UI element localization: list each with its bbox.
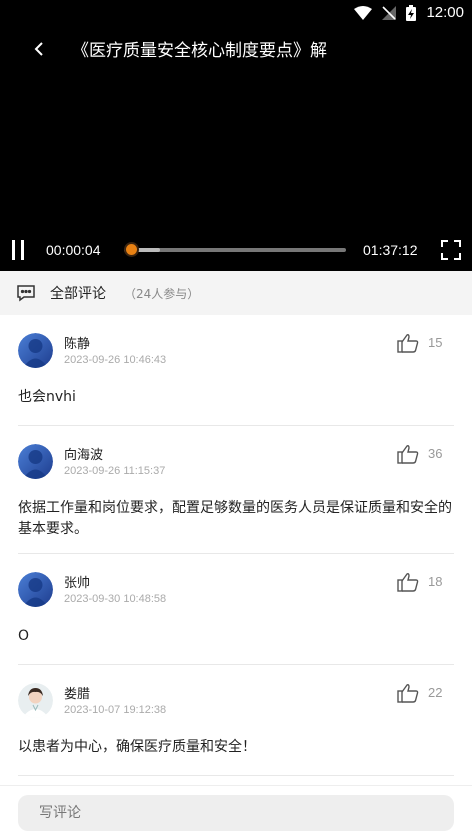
comment-input-bar xyxy=(0,785,472,839)
comment-item: 张帅 2023-09-30 10:48:58 18 O xyxy=(18,554,454,665)
avatar[interactable] xyxy=(18,444,53,479)
commenter-name: 张帅 xyxy=(64,576,91,591)
commenter-name: 向海波 xyxy=(64,448,104,463)
avatar[interactable] xyxy=(18,333,53,368)
comments-header: 全部评论 （24人参与） xyxy=(0,271,472,315)
total-time: 01:37:12 xyxy=(363,242,418,258)
chevron-left-icon xyxy=(34,42,43,56)
pause-icon xyxy=(12,240,15,260)
avatar[interactable] xyxy=(18,572,53,607)
wifi-icon xyxy=(354,5,373,20)
comment-item: 陈静 2023-09-26 10:46:43 15 也会nvhi xyxy=(18,315,454,426)
status-bar: 12:00 xyxy=(0,0,472,26)
video-title: 《医疗质量安全核心制度要点》解 xyxy=(72,41,327,61)
like-count: 36 xyxy=(428,446,443,461)
comment-input[interactable] xyxy=(18,795,454,831)
battery-charging-icon xyxy=(406,4,417,21)
comment-text: 以患者为中心，确保医疗质量和安全！ xyxy=(18,739,256,755)
progress-track[interactable] xyxy=(124,248,346,252)
thumbs-up-icon[interactable] xyxy=(397,444,419,464)
comment-text: O xyxy=(18,628,30,644)
comment-item: 娄腊 2023-10-07 19:12:38 22 以患者为中心，确保医疗质量和… xyxy=(18,665,454,776)
status-time: 12:00 xyxy=(426,4,464,21)
participants-count: （24人参与） xyxy=(124,286,200,301)
pause-icon-bar xyxy=(21,240,24,260)
avatar[interactable] xyxy=(18,683,53,718)
thumbs-up-icon[interactable] xyxy=(397,333,419,353)
comment-time: 2023-09-30 10:48:58 xyxy=(64,593,167,605)
like-count: 18 xyxy=(428,574,443,589)
like-count: 15 xyxy=(428,335,443,350)
pause-button[interactable] xyxy=(12,240,30,260)
comment-text: 也会nvhi xyxy=(18,389,76,405)
fullscreen-icon xyxy=(441,240,461,260)
commenter-name: 娄腊 xyxy=(64,687,91,702)
comment-list[interactable]: 陈静 2023-09-26 10:46:43 15 也会nvhi 向海波 202… xyxy=(0,315,472,785)
player-controls: 00:00:04 01:37:12 xyxy=(0,234,472,268)
like-count: 22 xyxy=(428,685,443,700)
thumbs-up-icon[interactable] xyxy=(397,683,419,703)
progress-slider-handle[interactable] xyxy=(124,242,140,257)
video-player[interactable]: 12:00 《医疗质量安全核心制度要点》解 00:00:04 01:37:12 xyxy=(0,0,472,271)
back-button[interactable] xyxy=(26,36,52,62)
thumbs-up-icon[interactable] xyxy=(397,572,419,592)
comment-icon xyxy=(17,285,35,302)
comment-item: 向海波 2023-09-26 11:15:37 36 依据工作量和岗位要求，配置… xyxy=(18,426,454,554)
no-signal-icon xyxy=(382,5,397,20)
comments-title: 全部评论 xyxy=(50,286,106,302)
commenter-name: 陈静 xyxy=(64,337,91,352)
current-time: 00:00:04 xyxy=(46,242,101,258)
comment-time: 2023-09-26 10:46:43 xyxy=(64,354,167,366)
fullscreen-button[interactable] xyxy=(440,239,462,261)
comment-text: 依据工作量和岗位要求，配置足够数量的医务人员是保证质量和安全的基本要求。 xyxy=(18,500,452,537)
comment-time: 2023-09-26 11:15:37 xyxy=(64,465,166,477)
comment-time: 2023-10-07 19:12:38 xyxy=(64,704,167,716)
